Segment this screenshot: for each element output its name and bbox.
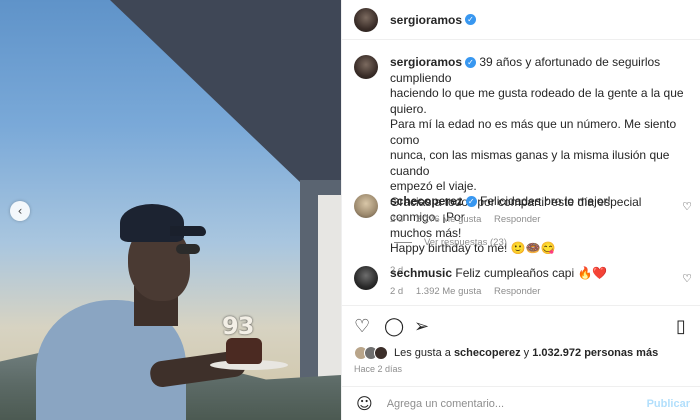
comment-heart-icon[interactable]: ♡: [682, 272, 692, 285]
comment-body: sechmusic Feliz cumpleaños capi 🔥❤️ 2 d …: [390, 266, 680, 297]
caption-avatar[interactable]: [354, 55, 378, 79]
comment-line: sechmusic Feliz cumpleaños capi 🔥❤️: [390, 266, 680, 281]
post-time: Hace 2 días: [354, 364, 403, 374]
comment-heart-icon[interactable]: ♡: [682, 200, 692, 213]
commenter-avatar[interactable]: [354, 194, 378, 218]
likes-connector: y: [523, 347, 530, 359]
comment-time: 2 d: [390, 214, 404, 225]
likes-summary: Les gusta a schecoperez y 1.032.972 pers…: [354, 346, 658, 360]
comment-item: schecoperez ✓ Felicidades bro lo mejor! 2…: [354, 194, 694, 225]
verified-badge-icon: ✓: [465, 14, 477, 25]
bookmark-icon[interactable]: ▯: [676, 316, 686, 337]
photo-person-cap-brim: [170, 226, 206, 236]
verified-badge-icon: ✓: [465, 57, 477, 69]
reply-button[interactable]: Responder: [494, 214, 540, 225]
comment-likes[interactable]: 2.276 Me gusta: [416, 214, 482, 225]
likes-user[interactable]: schecoperez: [454, 347, 521, 359]
share-icon[interactable]: ➢: [414, 316, 429, 337]
author-avatar[interactable]: [354, 7, 378, 32]
likes-prefix: Les gusta a: [394, 347, 451, 359]
publish-button[interactable]: Publicar: [647, 398, 690, 410]
comment-line: schecoperez ✓ Felicidades bro lo mejor!: [390, 194, 680, 209]
reply-button[interactable]: Responder: [494, 286, 540, 297]
emoji-icon[interactable]: ☺: [356, 394, 373, 413]
view-replies-button[interactable]: Ver respuestas (23): [394, 237, 507, 248]
view-replies-label: Ver respuestas (23): [424, 237, 507, 248]
instagram-post-view: 93 ‹ sergioramos ✓ sergioramos ✓ 39 años …: [0, 0, 700, 420]
caption-line: empezó el viaje.: [390, 179, 477, 193]
caption-username[interactable]: sergioramos: [390, 55, 462, 69]
add-comment-bar: ☺ Publicar: [342, 386, 700, 420]
verified-badge-icon: ✓: [465, 196, 477, 208]
chevron-left-icon[interactable]: ‹: [10, 201, 30, 221]
photo-person-glasses: [176, 244, 200, 254]
comment-item: sechmusic Feliz cumpleaños capi 🔥❤️ 2 d …: [354, 266, 694, 297]
comment-meta: 2 d 1.392 Me gusta Responder: [390, 286, 680, 297]
comment-time: 2 d: [390, 286, 404, 297]
photo-cake: [226, 338, 262, 364]
caption-line: nunca, con las mismas ganas y la misma i…: [390, 148, 670, 178]
post-side-panel: sergioramos ✓ sergioramos ✓ 39 años y afo…: [341, 0, 700, 420]
author-username[interactable]: sergioramos: [390, 13, 462, 27]
caption-line: Para mí la edad no es más que un número.…: [390, 117, 677, 147]
likes-text: Les gusta a schecoperez y 1.032.972 pers…: [394, 347, 658, 359]
heart-icon[interactable]: ♡: [354, 316, 370, 337]
comment-text: Feliz cumpleaños capi 🔥❤️: [455, 266, 608, 280]
photo-person-cap: [120, 204, 184, 242]
comment-input[interactable]: [386, 397, 637, 410]
replies-dash: [394, 242, 412, 243]
liker-avatar: [374, 346, 388, 360]
caption-line: haciendo lo que me gusta rodeado de la g…: [390, 86, 684, 116]
comment-body: schecoperez ✓ Felicidades bro lo mejor! 2…: [390, 194, 680, 225]
commenter-username[interactable]: sechmusic: [390, 266, 452, 280]
comment-meta: 2 d 2.276 Me gusta Responder: [390, 214, 680, 225]
photo-candles: 93: [222, 312, 254, 340]
comment-text: Felicidades bro lo mejor!: [480, 194, 611, 208]
post-photo[interactable]: 93 ‹: [0, 0, 341, 420]
comment-icon[interactable]: ◯: [384, 316, 404, 337]
comment-likes[interactable]: 1.392 Me gusta: [416, 286, 482, 297]
commenter-username[interactable]: schecoperez: [390, 194, 463, 208]
commenter-avatar[interactable]: [354, 266, 378, 290]
post-action-bar: ♡ ◯ ➢ ▯: [342, 305, 700, 345]
likes-count[interactable]: 1.032.972 personas más: [532, 347, 658, 359]
post-header: sergioramos ✓: [342, 0, 700, 40]
